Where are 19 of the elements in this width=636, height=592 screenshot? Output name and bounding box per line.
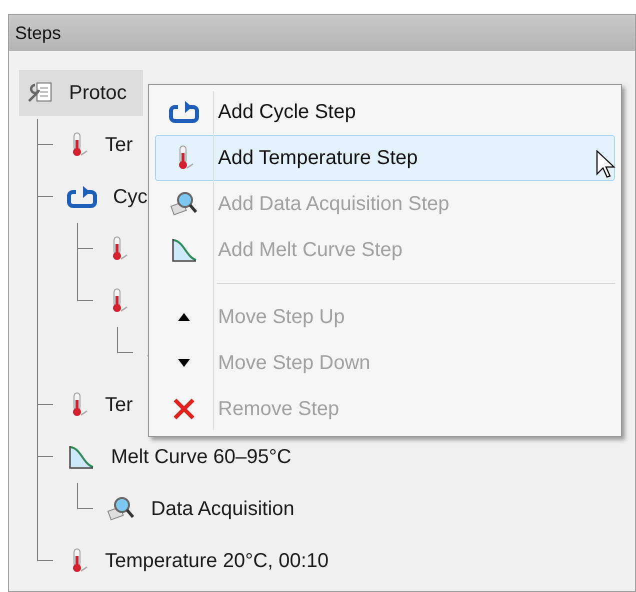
down-triangle-icon [177, 358, 191, 368]
panel-title: Steps [15, 22, 62, 45]
menu-item[interactable]: Add Temperature Step [155, 135, 615, 181]
loop-arrow-icon [169, 100, 199, 124]
tree-item[interactable]: Protoc [19, 70, 143, 116]
tree-item[interactable]: Ter [59, 382, 149, 428]
tree-item[interactable]: Data Acquisition [99, 486, 310, 532]
cursor-icon [596, 150, 616, 180]
melt-curve-icon [67, 444, 95, 470]
loop-arrow-icon [67, 185, 97, 209]
magnifier-icon [107, 495, 135, 523]
tree-item[interactable]: Temperature 20°C, 00:10 [59, 538, 345, 584]
up-triangle-icon [177, 312, 191, 322]
tree-item[interactable]: Ter [59, 122, 149, 168]
melt-curve-icon [170, 237, 198, 263]
magnifier-icon [170, 190, 198, 218]
close-icon [172, 397, 196, 421]
menu-item[interactable]: Add Cycle Step [155, 89, 615, 135]
tree-item[interactable]: Melt Curve 60–95°C [59, 434, 308, 480]
